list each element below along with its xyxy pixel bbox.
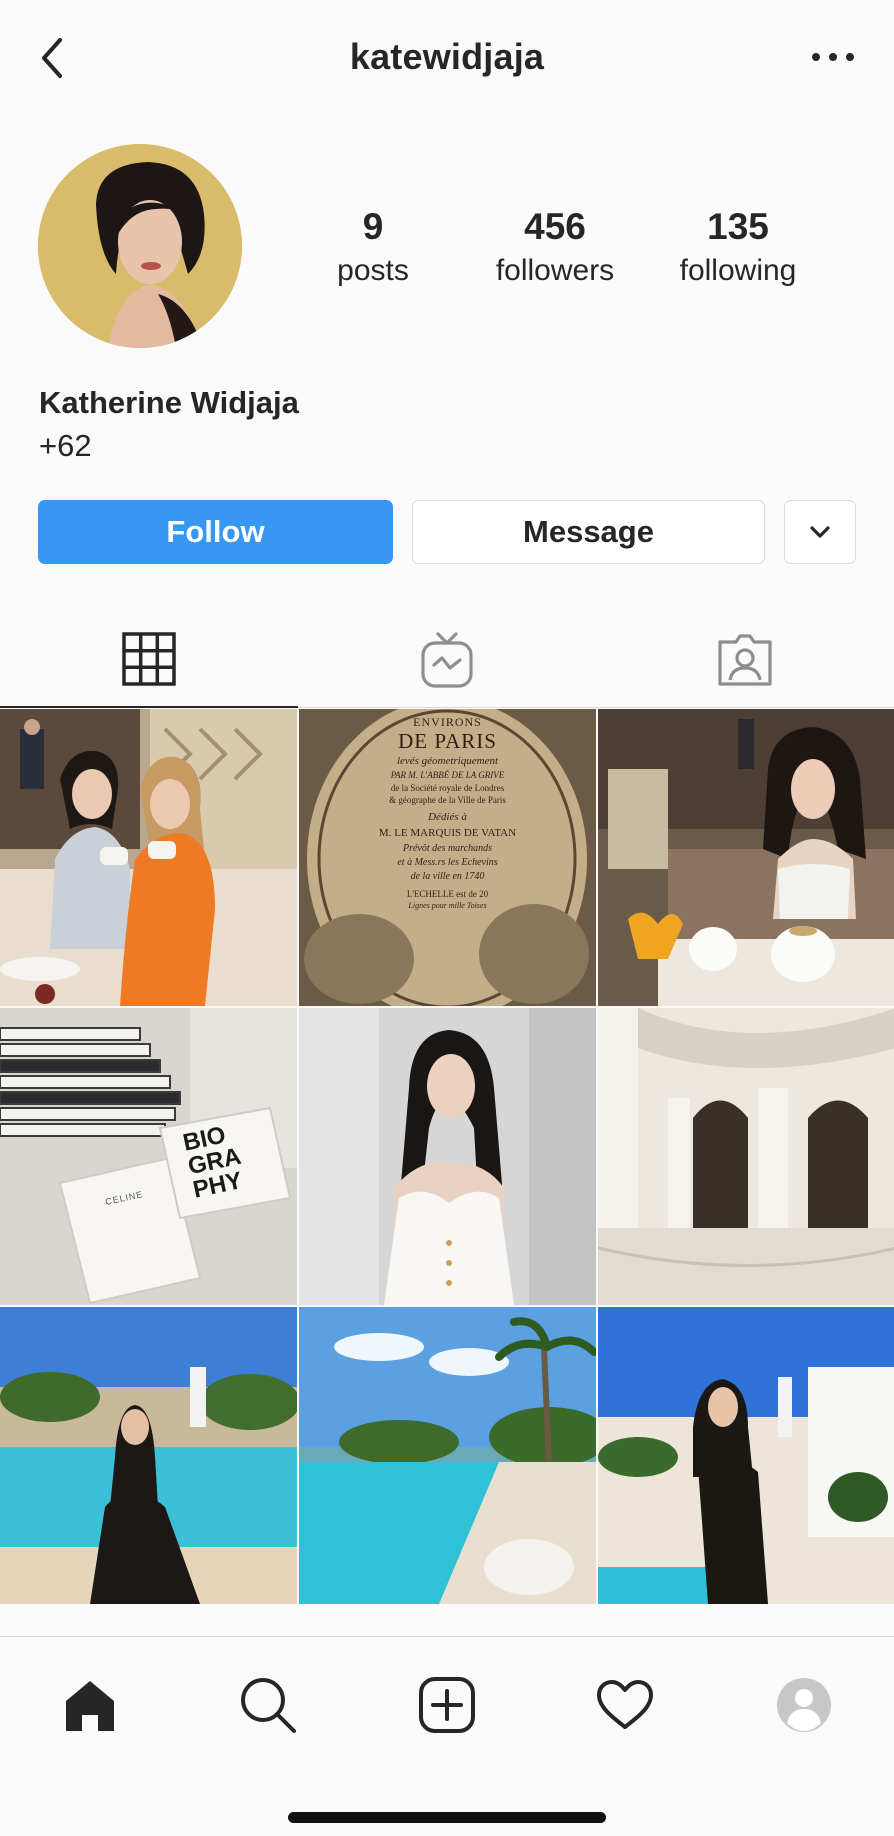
post-image-3 [598, 709, 894, 1006]
following-count-label: following [679, 254, 797, 287]
post-image-9 [598, 1307, 894, 1604]
post-grid: ENVIRONS DE PARIS levés géometriquement … [0, 709, 894, 1604]
map-line-7: Dédiés à [428, 811, 467, 823]
follow-button[interactable]: Follow [38, 500, 393, 564]
posts-count[interactable]: 9 posts [293, 203, 453, 291]
post-thumbnail-5[interactable] [299, 1008, 596, 1305]
map-caption: ENVIRONS DE PARIS levés géometriquement … [299, 709, 596, 1006]
igtv-icon [421, 631, 473, 688]
profile-bio: +62 [39, 428, 92, 463]
map-line-8: M. LE MARQUIS DE VATAN [378, 827, 517, 839]
tab-grid[interactable] [0, 612, 298, 708]
followers-count-label: followers [495, 254, 615, 287]
map-line-2: DE PARIS [398, 729, 497, 753]
post-image-1 [0, 709, 297, 1006]
nav-new-post[interactable] [407, 1665, 487, 1745]
post-image-7 [0, 1307, 297, 1604]
post-image-8 [299, 1307, 596, 1604]
tab-tagged[interactable] [596, 612, 894, 708]
bottom-tab-bar [0, 1636, 894, 1836]
message-button[interactable]: Message [412, 500, 765, 564]
profile-avatar[interactable] [38, 144, 242, 348]
post-thumbnail-2[interactable]: ENVIRONS DE PARIS levés géometriquement … [299, 709, 596, 1006]
map-line-13: Lignes pour mille Toises [408, 901, 487, 910]
map-line-1: ENVIRONS [413, 715, 482, 729]
following-count-value: 135 [707, 206, 769, 247]
map-line-3: levés géometriquement [396, 755, 499, 767]
post-image-6 [598, 1008, 894, 1305]
nav-activity[interactable] [585, 1665, 665, 1745]
post-image-4 [0, 1008, 297, 1305]
suggested-accounts-button[interactable] [784, 500, 856, 564]
post-thumbnail-9[interactable] [598, 1307, 894, 1604]
home-icon [66, 1681, 114, 1731]
profile-tabs [0, 612, 894, 708]
chevron-down-icon [810, 526, 830, 538]
map-line-5: de la Société royale de Londres [390, 783, 505, 793]
tagged-icon [718, 633, 772, 686]
map-line-10: et à Mess.rs les Echevins [397, 857, 498, 868]
followers-count[interactable]: 456 followers [475, 203, 635, 291]
avatar-portrait [38, 144, 242, 348]
post-thumbnail-3[interactable] [598, 709, 894, 1006]
map-line-6: & géographe de la Ville de Paris [389, 795, 506, 805]
following-count[interactable]: 135 following [658, 203, 818, 291]
nav-home[interactable] [50, 1665, 130, 1745]
grid-icon [122, 632, 176, 686]
post-thumbnail-6[interactable] [598, 1008, 894, 1305]
profile-full-name: Katherine Widjaja [39, 385, 299, 420]
map-line-11: de la ville en 1740 [410, 871, 485, 882]
profile-header: katewidjaja [0, 0, 894, 116]
post-thumbnail-4[interactable]: BIO GRA PHY CELINE [0, 1008, 297, 1305]
posts-count-value: 9 [362, 206, 384, 247]
search-icon [241, 1678, 296, 1733]
post-image-5 [299, 1008, 596, 1305]
more-options-button[interactable] [808, 42, 858, 72]
plus-square-icon [419, 1677, 475, 1733]
home-indicator[interactable] [288, 1812, 606, 1823]
tab-igtv[interactable] [298, 612, 596, 708]
post-thumbnail-7[interactable] [0, 1307, 297, 1604]
post-thumbnail-1[interactable] [0, 709, 297, 1006]
posts-count-label: posts [337, 254, 409, 287]
ellipsis-icon [812, 53, 854, 61]
page-title: katewidjaja [349, 36, 545, 77]
profile-avatar-icon [777, 1678, 831, 1732]
profile-page: katewidjaja 9 posts 456 followers 135 fo… [0, 0, 894, 1836]
nav-search[interactable] [228, 1665, 308, 1745]
map-line-12: L'ECHELLE est de 20 [406, 889, 489, 899]
map-line-9: Prévôt des marchands [402, 843, 493, 854]
nav-profile[interactable] [764, 1665, 844, 1745]
map-line-4: PAR M. L'ABBÉ DE LA GRIVE [390, 770, 505, 780]
heart-icon [597, 1680, 653, 1729]
followers-count-value: 456 [524, 206, 586, 247]
post-thumbnail-8[interactable] [299, 1307, 596, 1604]
